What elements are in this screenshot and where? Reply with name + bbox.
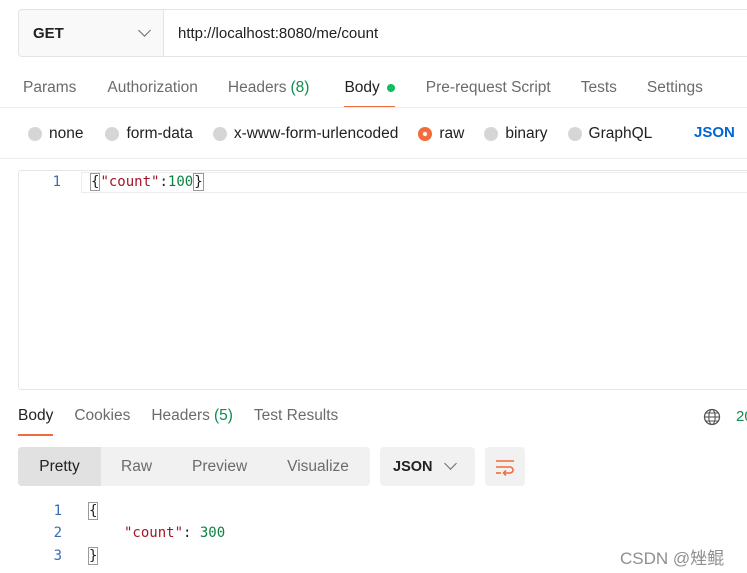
watermark: CSDN @矬鲲 [620, 549, 725, 568]
json-colon: : [159, 174, 168, 190]
url-input[interactable]: http://localhost:8080/me/count [164, 10, 747, 56]
globe-icon[interactable] [703, 408, 721, 426]
headers-count: (8) [290, 79, 310, 96]
line-number: 2 [53, 525, 62, 541]
view-mode-segmented: Pretty Raw Preview Visualize [18, 447, 370, 486]
response-tab-headers[interactable]: Headers (5) [151, 400, 233, 436]
json-key: "count" [100, 174, 160, 190]
wrap-lines-button[interactable] [485, 447, 525, 486]
radio-x-www-form-urlencoded[interactable]: x-www-form-urlencoded [212, 125, 398, 143]
radio-circle [105, 127, 120, 141]
radio-graphql[interactable]: GraphQL [567, 125, 652, 143]
response-format-label: JSON [393, 458, 433, 475]
line-number: 3 [53, 548, 62, 564]
line-number: 1 [53, 503, 62, 519]
body-type-radios: none form-data x-www-form-urlencoded raw… [28, 124, 652, 144]
request-body-editor[interactable]: 1 {"count":100} [18, 170, 747, 390]
line-number: 1 [52, 174, 61, 190]
wrap-lines-icon [496, 459, 514, 476]
tab-settings[interactable]: Settings [647, 72, 703, 108]
tab-params[interactable]: Params [23, 72, 76, 108]
view-mode-preview[interactable]: Preview [192, 447, 247, 486]
view-mode-raw[interactable]: Raw [121, 447, 152, 486]
radio-circle [212, 127, 227, 141]
brace-open: { [90, 173, 101, 191]
radio-form-data[interactable]: form-data [105, 125, 193, 143]
radio-circle [484, 127, 499, 141]
json-value: 300 [199, 525, 226, 541]
json-separator: : [183, 525, 200, 541]
response-status: 20 [736, 408, 747, 425]
chevron-down-icon [138, 24, 151, 37]
tab-body[interactable]: Body [344, 72, 396, 108]
response-tab-body[interactable]: Body [18, 400, 54, 436]
radio-circle [28, 127, 42, 141]
brace-open: { [88, 502, 99, 520]
body-format-select[interactable]: JSON [694, 124, 735, 141]
request-tabs: Params Authorization Headers (8) Body Pr… [0, 72, 703, 108]
body-active-dot [386, 84, 395, 92]
response-tab-test-results[interactable]: Test Results [254, 400, 338, 436]
chevron-down-icon [444, 457, 457, 470]
json-key: "count" [124, 525, 184, 541]
tabs-divider [0, 107, 747, 108]
tab-authorization[interactable]: Authorization [107, 72, 197, 108]
response-format-select[interactable]: JSON [380, 447, 475, 486]
radio-circle [567, 127, 582, 141]
code-line: {"count":100} [90, 173, 204, 191]
radios-divider [0, 158, 747, 159]
method-select[interactable]: GET [19, 10, 164, 56]
response-tabs: Body Cookies Headers (5) Test Results [18, 400, 338, 436]
tab-tests[interactable]: Tests [581, 72, 617, 108]
view-mode-visualize[interactable]: Visualize [287, 447, 349, 486]
radio-circle-checked [418, 127, 433, 141]
response-headers-count: (5) [213, 407, 233, 424]
tab-pre-request-script[interactable]: Pre-request Script [426, 72, 551, 108]
json-value: 100 [167, 174, 194, 190]
response-tab-cookies[interactable]: Cookies [74, 400, 130, 436]
brace-close: } [193, 173, 204, 191]
method-label: GET [33, 24, 64, 42]
radio-raw[interactable]: raw [418, 125, 464, 143]
url-text: http://localhost:8080/me/count [178, 24, 379, 42]
request-url-bar: GET http://localhost:8080/me/count [18, 9, 747, 57]
brace-close: } [88, 547, 99, 565]
tab-headers[interactable]: Headers (8) [228, 72, 310, 108]
view-mode-pretty[interactable]: Pretty [18, 447, 101, 486]
radio-none[interactable]: none [28, 125, 83, 143]
code-line: "count": 300 [124, 525, 225, 541]
radio-binary[interactable]: binary [484, 125, 548, 143]
